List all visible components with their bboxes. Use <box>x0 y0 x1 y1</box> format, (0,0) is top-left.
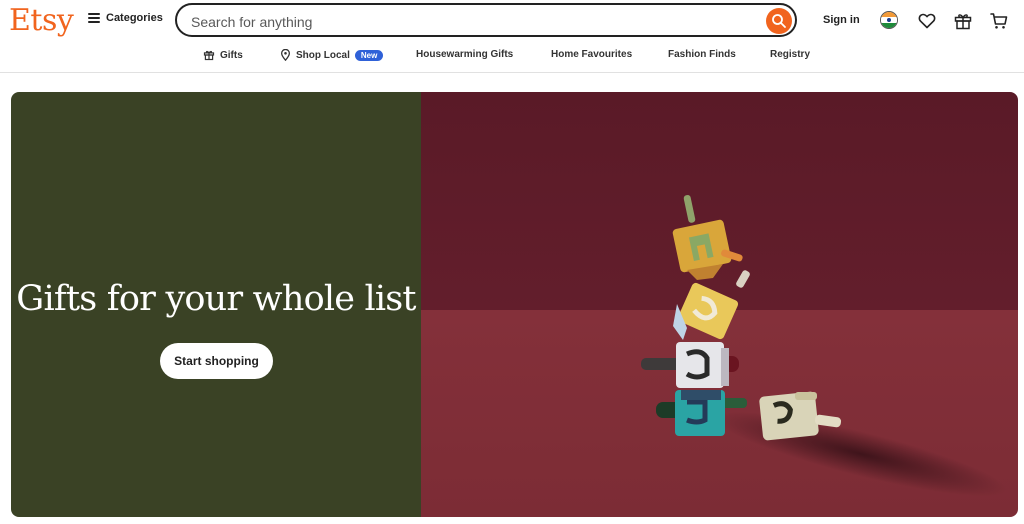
hero-text-panel: Gifts for your whole list Start shopping <box>11 92 421 517</box>
cart-icon <box>990 13 1008 29</box>
nav-item-label: Gifts <box>220 49 243 61</box>
nav-item-label: Shop Local <box>296 49 350 61</box>
hero-banner: Gifts for your whole list Start shopping <box>11 92 1018 517</box>
nav-item-home-favourites[interactable]: Home Favourites <box>551 49 632 60</box>
hero-image <box>421 92 1018 517</box>
favorites-button[interactable] <box>917 11 937 31</box>
start-shopping-button[interactable]: Start shopping <box>160 343 273 379</box>
categories-button[interactable]: Categories <box>88 12 163 24</box>
nav-item-registry[interactable]: Registry <box>770 49 810 60</box>
gift-icon <box>203 50 215 61</box>
nav-item-gifts[interactable]: Gifts <box>203 49 243 61</box>
heart-icon <box>918 13 936 29</box>
gift-icon <box>954 14 972 30</box>
nav-item-shop-local[interactable]: Shop Local New <box>280 49 384 61</box>
header: Etsy Categories Sign in <box>0 0 1024 44</box>
etsy-logo[interactable]: Etsy <box>9 3 74 39</box>
india-flag-icon[interactable] <box>880 11 898 29</box>
hero-title: Gifts for your whole list <box>16 279 416 319</box>
search-input[interactable] <box>189 11 753 33</box>
cart-button[interactable] <box>989 11 1009 31</box>
location-pin-icon <box>280 49 291 61</box>
gift-button[interactable] <box>953 11 973 31</box>
hamburger-icon <box>88 13 100 23</box>
new-badge: New <box>354 49 384 61</box>
search-icon <box>772 14 786 28</box>
search-bar <box>175 3 797 37</box>
categories-label: Categories <box>106 12 163 24</box>
category-nav: Gifts Shop Local New Housewarming Gifts … <box>0 44 1024 73</box>
nav-item-fashion-finds[interactable]: Fashion Finds <box>668 49 736 60</box>
search-button[interactable] <box>766 8 792 34</box>
sign-in-link[interactable]: Sign in <box>823 14 860 26</box>
nav-item-housewarming-gifts[interactable]: Housewarming Gifts <box>416 49 513 60</box>
